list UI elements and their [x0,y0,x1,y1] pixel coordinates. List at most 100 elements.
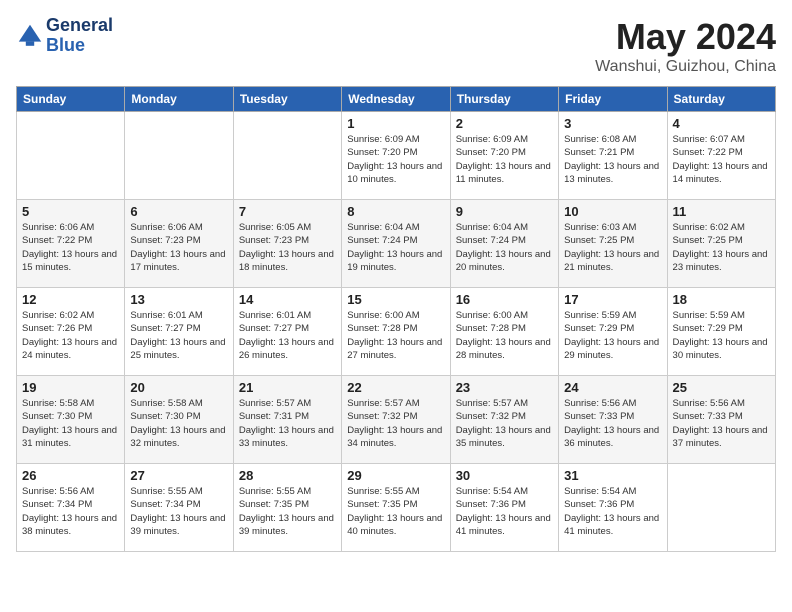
calendar-week-row: 1Sunrise: 6:09 AMSunset: 7:20 PMDaylight… [17,112,776,200]
day-number: 22 [347,380,444,395]
day-number: 3 [564,116,661,131]
day-number: 24 [564,380,661,395]
day-number: 15 [347,292,444,307]
calendar-day-cell: 28Sunrise: 5:55 AMSunset: 7:35 PMDayligh… [233,464,341,552]
calendar-day-cell [667,464,775,552]
calendar-day-cell: 8Sunrise: 6:04 AMSunset: 7:24 PMDaylight… [342,200,450,288]
day-number: 10 [564,204,661,219]
calendar-day-cell: 25 Sunrise: 5:56 AMSunset: 7:33 PMDayligh… [667,376,775,464]
calendar-day-cell: 4 Sunrise: 6:07 AMSunset: 7:22 PMDaylight… [667,112,775,200]
calendar-day-cell: 31Sunrise: 5:54 AMSunset: 7:36 PMDayligh… [559,464,667,552]
calendar-table: SundayMondayTuesdayWednesdayThursdayFrid… [16,86,776,552]
day-detail: Sunrise: 6:02 AMSunset: 7:25 PMDaylight:… [673,221,770,274]
title-block: May 2024 Wanshui, Guizhou, China [595,16,776,76]
calendar-week-row: 5 Sunrise: 6:06 AMSunset: 7:22 PMDaylight… [17,200,776,288]
calendar-header-row: SundayMondayTuesdayWednesdayThursdayFrid… [17,87,776,112]
day-detail: Sunrise: 5:57 AMSunset: 7:32 PMDaylight:… [456,397,553,450]
day-detail: Sunrise: 5:54 AMSunset: 7:36 PMDaylight:… [564,485,661,538]
day-detail: Sunrise: 5:59 AMSunset: 7:29 PMDaylight:… [673,309,770,362]
day-number: 19 [22,380,119,395]
day-detail: Sunrise: 6:01 AMSunset: 7:27 PMDaylight:… [239,309,336,362]
day-number: 16 [456,292,553,307]
calendar-day-cell: 7 Sunrise: 6:05 AMSunset: 7:23 PMDaylight… [233,200,341,288]
day-detail: Sunrise: 6:00 AMSunset: 7:28 PMDaylight:… [347,309,444,362]
day-detail: Sunrise: 6:01 AMSunset: 7:27 PMDaylight:… [130,309,227,362]
day-detail: Sunrise: 6:09 AMSunset: 7:20 PMDaylight:… [347,133,444,186]
day-detail: Sunrise: 6:08 AMSunset: 7:21 PMDaylight:… [564,133,661,186]
day-number: 18 [673,292,770,307]
calendar-day-cell [17,112,125,200]
day-number: 17 [564,292,661,307]
calendar-body: 1Sunrise: 6:09 AMSunset: 7:20 PMDaylight… [17,112,776,552]
day-detail: Sunrise: 5:55 AMSunset: 7:35 PMDaylight:… [239,485,336,538]
day-of-week-header: Friday [559,87,667,112]
day-detail: Sunrise: 6:03 AMSunset: 7:25 PMDaylight:… [564,221,661,274]
calendar-day-cell: 15 Sunrise: 6:00 AMSunset: 7:28 PMDayligh… [342,288,450,376]
day-detail: Sunrise: 6:04 AMSunset: 7:24 PMDaylight:… [456,221,553,274]
day-detail: Sunrise: 6:05 AMSunset: 7:23 PMDaylight:… [239,221,336,274]
day-detail: Sunrise: 5:57 AMSunset: 7:32 PMDaylight:… [347,397,444,450]
day-detail: Sunrise: 6:00 AMSunset: 7:28 PMDaylight:… [456,309,553,362]
day-detail: Sunrise: 6:06 AMSunset: 7:23 PMDaylight:… [130,221,227,274]
day-number: 9 [456,204,553,219]
calendar-day-cell: 22 Sunrise: 5:57 AMSunset: 7:32 PMDayligh… [342,376,450,464]
calendar-day-cell: 5 Sunrise: 6:06 AMSunset: 7:22 PMDaylight… [17,200,125,288]
day-number: 25 [673,380,770,395]
calendar-day-cell: 6 Sunrise: 6:06 AMSunset: 7:23 PMDaylight… [125,200,233,288]
day-number: 12 [22,292,119,307]
calendar-day-cell [233,112,341,200]
day-of-week-header: Saturday [667,87,775,112]
calendar-day-cell: 3 Sunrise: 6:08 AMSunset: 7:21 PMDaylight… [559,112,667,200]
logo-icon [16,22,44,50]
month-title: May 2024 [595,16,776,58]
calendar-week-row: 19 Sunrise: 5:58 AMSunset: 7:30 PMDayligh… [17,376,776,464]
day-detail: Sunrise: 5:57 AMSunset: 7:31 PMDaylight:… [239,397,336,450]
day-number: 4 [673,116,770,131]
calendar-day-cell: 14Sunrise: 6:01 AMSunset: 7:27 PMDayligh… [233,288,341,376]
calendar-week-row: 26 Sunrise: 5:56 AMSunset: 7:34 PMDayligh… [17,464,776,552]
day-detail: Sunrise: 5:56 AMSunset: 7:33 PMDaylight:… [673,397,770,450]
day-of-week-header: Wednesday [342,87,450,112]
calendar-day-cell: 1Sunrise: 6:09 AMSunset: 7:20 PMDaylight… [342,112,450,200]
day-of-week-header: Monday [125,87,233,112]
day-number: 27 [130,468,227,483]
calendar-day-cell: 16 Sunrise: 6:00 AMSunset: 7:28 PMDayligh… [450,288,558,376]
day-detail: Sunrise: 5:56 AMSunset: 7:33 PMDaylight:… [564,397,661,450]
calendar-day-cell: 30 Sunrise: 5:54 AMSunset: 7:36 PMDayligh… [450,464,558,552]
day-number: 20 [130,380,227,395]
day-of-week-header: Tuesday [233,87,341,112]
day-detail: Sunrise: 5:55 AMSunset: 7:34 PMDaylight:… [130,485,227,538]
day-detail: Sunrise: 5:56 AMSunset: 7:34 PMDaylight:… [22,485,119,538]
page-header: General Blue May 2024 Wanshui, Guizhou, … [16,16,776,76]
day-detail: Sunrise: 6:06 AMSunset: 7:22 PMDaylight:… [22,221,119,274]
day-number: 11 [673,204,770,219]
calendar-day-cell: 21 Sunrise: 5:57 AMSunset: 7:31 PMDayligh… [233,376,341,464]
day-number: 5 [22,204,119,219]
day-detail: Sunrise: 6:04 AMSunset: 7:24 PMDaylight:… [347,221,444,274]
day-number: 6 [130,204,227,219]
day-number: 29 [347,468,444,483]
day-number: 30 [456,468,553,483]
logo: General Blue [16,16,113,56]
day-of-week-header: Sunday [17,87,125,112]
calendar-day-cell: 23 Sunrise: 5:57 AMSunset: 7:32 PMDayligh… [450,376,558,464]
day-number: 7 [239,204,336,219]
calendar-day-cell: 19 Sunrise: 5:58 AMSunset: 7:30 PMDayligh… [17,376,125,464]
day-detail: Sunrise: 5:54 AMSunset: 7:36 PMDaylight:… [456,485,553,538]
day-detail: Sunrise: 5:58 AMSunset: 7:30 PMDaylight:… [130,397,227,450]
day-detail: Sunrise: 5:55 AMSunset: 7:35 PMDaylight:… [347,485,444,538]
day-detail: Sunrise: 6:07 AMSunset: 7:22 PMDaylight:… [673,133,770,186]
logo-text: General Blue [46,16,113,56]
day-number: 21 [239,380,336,395]
calendar-day-cell: 12 Sunrise: 6:02 AMSunset: 7:26 PMDayligh… [17,288,125,376]
day-number: 23 [456,380,553,395]
location-title: Wanshui, Guizhou, China [595,58,776,76]
calendar-day-cell: 26 Sunrise: 5:56 AMSunset: 7:34 PMDayligh… [17,464,125,552]
day-detail: Sunrise: 6:02 AMSunset: 7:26 PMDaylight:… [22,309,119,362]
day-number: 26 [22,468,119,483]
day-detail: Sunrise: 6:09 AMSunset: 7:20 PMDaylight:… [456,133,553,186]
calendar-day-cell: 13Sunrise: 6:01 AMSunset: 7:27 PMDayligh… [125,288,233,376]
calendar-day-cell: 18 Sunrise: 5:59 AMSunset: 7:29 PMDayligh… [667,288,775,376]
day-detail: Sunrise: 5:58 AMSunset: 7:30 PMDaylight:… [22,397,119,450]
calendar-day-cell: 17Sunrise: 5:59 AMSunset: 7:29 PMDayligh… [559,288,667,376]
